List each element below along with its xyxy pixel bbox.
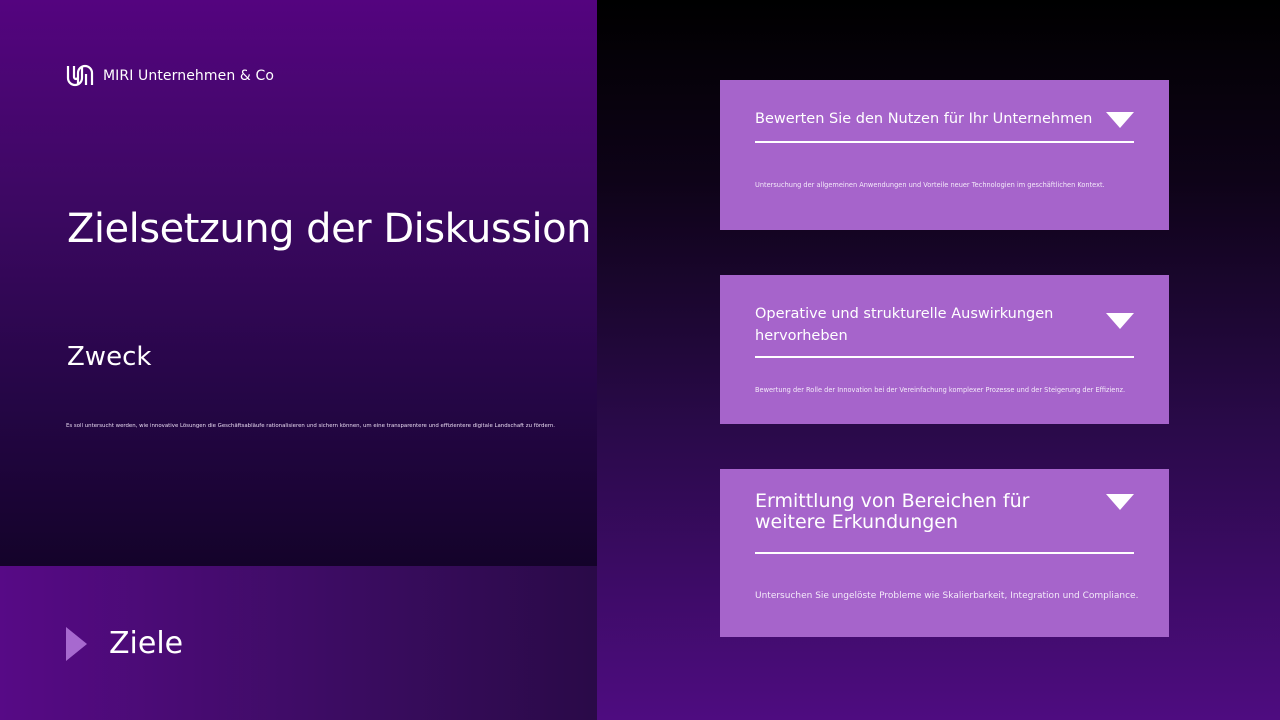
objective-card-1[interactable]: Bewerten Sie den Nutzen für Ihr Unterneh…: [720, 80, 1169, 230]
objective-card-2[interactable]: Operative und strukturelle Auswirkungen …: [720, 275, 1169, 424]
card-text: Untersuchen Sie ungelöste Probleme wie S…: [755, 591, 1139, 601]
card-divider: [755, 356, 1134, 358]
card-title: Operative und strukturelle Auswirkungen …: [755, 306, 1054, 344]
card-text: Untersuchung der allgemeinen Anwendungen…: [755, 181, 1105, 189]
page-title: Zielsetzung der Diskussion: [67, 206, 592, 252]
chevron-down-icon[interactable]: [1106, 494, 1134, 510]
goals-section: Ziele: [66, 626, 183, 661]
purpose-heading: Zweck: [67, 342, 152, 372]
play-arrow-icon: [66, 626, 87, 661]
brand-name: MIRI Unternehmen & Co: [103, 67, 274, 84]
brand-logo: MIRI Unternehmen & Co: [66, 63, 274, 88]
chevron-down-icon[interactable]: [1106, 313, 1134, 329]
objective-card-3[interactable]: Ermittlung von Bereichen für weitere Erk…: [720, 469, 1169, 637]
card-divider: [755, 552, 1134, 554]
card-text: Bewertung der Rolle der Innovation bei d…: [755, 386, 1126, 394]
goals-label: Ziele: [109, 626, 184, 661]
card-divider: [755, 141, 1134, 143]
chevron-down-icon[interactable]: [1106, 112, 1134, 128]
card-title: Ermittlung von Bereichen für weitere Erk…: [755, 490, 1030, 533]
logo-icon: [66, 64, 94, 87]
card-title: Bewerten Sie den Nutzen für Ihr Unterneh…: [755, 111, 1093, 127]
purpose-text: Es soll untersucht werden, wie innovativ…: [66, 423, 556, 429]
